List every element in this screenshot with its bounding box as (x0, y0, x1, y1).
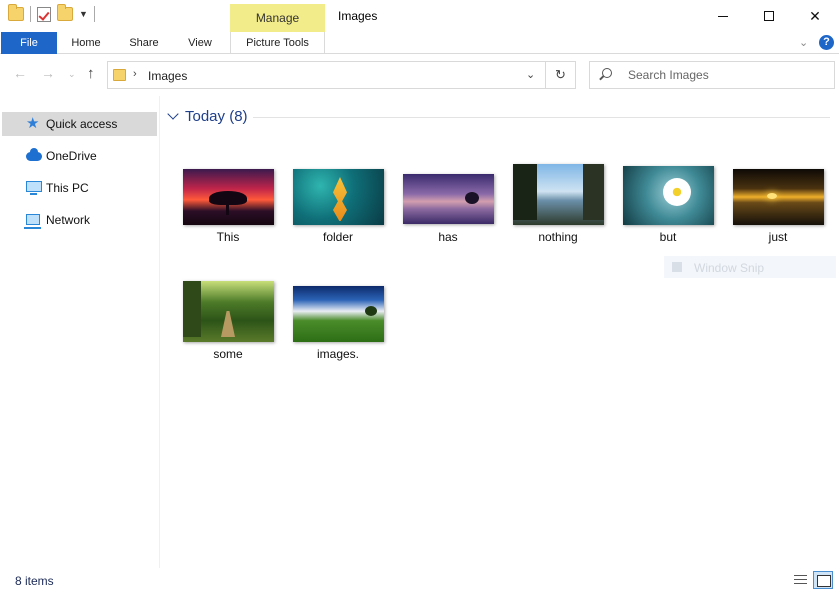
expand-ribbon-chevron-icon[interactable]: ⌄ (799, 36, 808, 49)
maximize-button[interactable] (746, 0, 792, 32)
file-name: images. (316, 347, 360, 361)
image-thumbnail (733, 169, 824, 225)
item-count: 8 items (15, 574, 54, 588)
group-divider (253, 117, 830, 118)
ribbon-tabs: File Home Share View Picture Tools ⌄ ? (0, 32, 839, 54)
file-name: just (768, 230, 788, 244)
file-name: has (438, 230, 458, 244)
tab-share[interactable]: Share (122, 32, 166, 54)
manage-context-tab[interactable]: Manage (230, 4, 325, 32)
details-view-button[interactable] (792, 572, 809, 588)
maximize-icon (764, 11, 774, 21)
file-name: some (213, 347, 243, 361)
image-thumbnail (403, 174, 494, 224)
image-thumbnail (183, 169, 274, 225)
sidebar-item-label: OneDrive (46, 149, 97, 163)
star-icon: ★ (26, 115, 40, 132)
sidebar-item-label: This PC (46, 181, 89, 195)
sidebar-item-quick-access[interactable]: ★ Quick access (2, 112, 157, 136)
details-view-icon (794, 583, 807, 584)
file-list: Today (8) This folder has nothing but ju… (161, 96, 839, 568)
image-thumbnail (293, 286, 384, 342)
group-title: Today (8) (185, 107, 248, 125)
tab-file[interactable]: File (1, 32, 57, 54)
cloud-icon (26, 148, 42, 161)
window-title: Images (338, 9, 378, 23)
up-arrow-icon[interactable]: ↑ (87, 65, 95, 82)
file-item[interactable]: This (176, 164, 280, 264)
back-arrow-icon[interactable]: ← (13, 65, 27, 81)
search-box[interactable] (589, 61, 835, 89)
details-view-icon (794, 579, 807, 580)
tab-home[interactable]: Home (62, 32, 110, 54)
search-icon (602, 68, 612, 78)
file-name: but (659, 230, 677, 244)
close-icon: ✕ (809, 7, 821, 24)
minimize-button[interactable] (700, 0, 746, 32)
file-item[interactable]: but (616, 164, 720, 264)
recent-locations-chevron-icon[interactable]: ⌄ (68, 69, 76, 80)
collapse-chevron-icon[interactable] (167, 108, 179, 120)
computer-icon (26, 181, 42, 195)
sidebar-item-network[interactable]: Network (2, 208, 157, 232)
navigation-pane: ★ Quick access OneDrive This PC Network (0, 96, 160, 568)
details-view-icon (794, 575, 807, 576)
toolbar-separator (93, 6, 95, 22)
toolbar-separator (30, 6, 31, 22)
properties-icon[interactable] (37, 6, 51, 22)
navigation-bar: ← → ⌄ ↑ › Images ⌄ ↻ (0, 55, 839, 95)
network-icon (24, 214, 41, 229)
snip-icon (672, 262, 682, 272)
image-thumbnail (513, 164, 604, 225)
large-icons-view-button[interactable] (813, 571, 833, 589)
new-folder-icon[interactable] (57, 4, 73, 21)
refresh-icon: ↻ (555, 67, 566, 82)
tab-picture-tools[interactable]: Picture Tools (230, 32, 325, 54)
minimize-icon (718, 15, 728, 17)
close-button[interactable]: ✕ (792, 0, 838, 32)
file-item[interactable]: folder (286, 164, 390, 264)
folder-icon (113, 69, 126, 81)
file-item[interactable]: some (176, 281, 280, 381)
folder-icon (8, 4, 24, 21)
file-name: This (216, 230, 240, 244)
file-name: nothing (538, 230, 578, 244)
tab-view[interactable]: View (180, 32, 220, 54)
ghost-snip-label: Window Snip (694, 261, 765, 275)
sidebar-item-label: Quick access (46, 117, 118, 131)
address-bar[interactable]: › Images ⌄ (107, 61, 546, 89)
customize-toolbar-dropdown-icon[interactable]: ▼ (79, 9, 88, 19)
forward-arrow-icon[interactable]: → (41, 65, 55, 81)
file-item[interactable]: nothing (506, 164, 610, 264)
sidebar-item-onedrive[interactable]: OneDrive (2, 144, 157, 168)
search-input[interactable] (628, 66, 828, 84)
refresh-button[interactable]: ↻ (546, 61, 576, 89)
image-thumbnail (623, 166, 714, 225)
image-thumbnail (183, 281, 274, 342)
breadcrumb-images[interactable]: Images (148, 69, 187, 83)
ghost-window-snip: Window Snip (664, 256, 836, 278)
address-history-dropdown-icon[interactable]: ⌄ (526, 68, 535, 81)
file-item[interactable]: images. (286, 281, 390, 381)
file-item[interactable]: has (396, 164, 500, 264)
image-thumbnail (293, 169, 384, 225)
file-name: folder (322, 230, 354, 244)
sidebar-item-this-pc[interactable]: This PC (2, 176, 157, 200)
status-bar: 8 items (0, 568, 839, 593)
help-icon[interactable]: ? (819, 35, 834, 50)
file-item[interactable]: just (726, 164, 830, 264)
group-header-today[interactable]: Today (8) (166, 106, 248, 126)
breadcrumb-chevron-icon[interactable]: › (133, 68, 137, 80)
quick-access-toolbar: ▼ (8, 4, 95, 22)
title-bar: ▼ Manage Images ✕ (0, 0, 839, 32)
sidebar-item-label: Network (46, 213, 91, 227)
